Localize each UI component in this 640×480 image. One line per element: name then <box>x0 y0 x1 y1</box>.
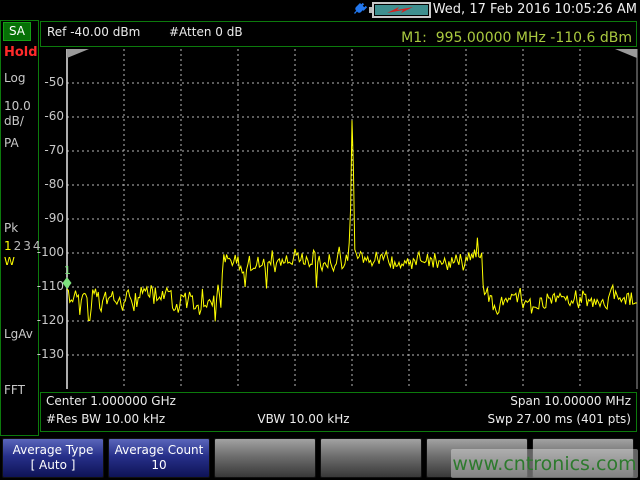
bottom-annotation-box: Center 1.000000 GHz Span 10.00000 MHz #R… <box>40 392 637 432</box>
softkey-value: 10 <box>151 458 166 473</box>
spectrum-analyzer-screen: Wed, 17 Feb 2016 10:05:26 AM SA Hold Log… <box>0 0 640 480</box>
softkey-average-type[interactable]: Average Type[ Auto ] <box>2 438 104 478</box>
vbw-label: VBW 10.00 kHz <box>46 412 561 426</box>
watermark: www.cntronics.com <box>451 449 638 478</box>
softkey-average-count[interactable]: Average Count10 <box>108 438 210 478</box>
center-freq-label: Center 1.000000 GHz <box>46 394 176 412</box>
span-label: Span 10.00000 MHz <box>510 394 631 412</box>
softkey-label: Average Count <box>115 443 204 458</box>
softkey-blank-4[interactable] <box>320 438 422 478</box>
svg-text:1: 1 <box>64 264 71 277</box>
softkey-label: Average Type <box>13 443 94 458</box>
softkey-blank-3[interactable] <box>214 438 316 478</box>
softkey-value: [ Auto ] <box>31 458 76 473</box>
